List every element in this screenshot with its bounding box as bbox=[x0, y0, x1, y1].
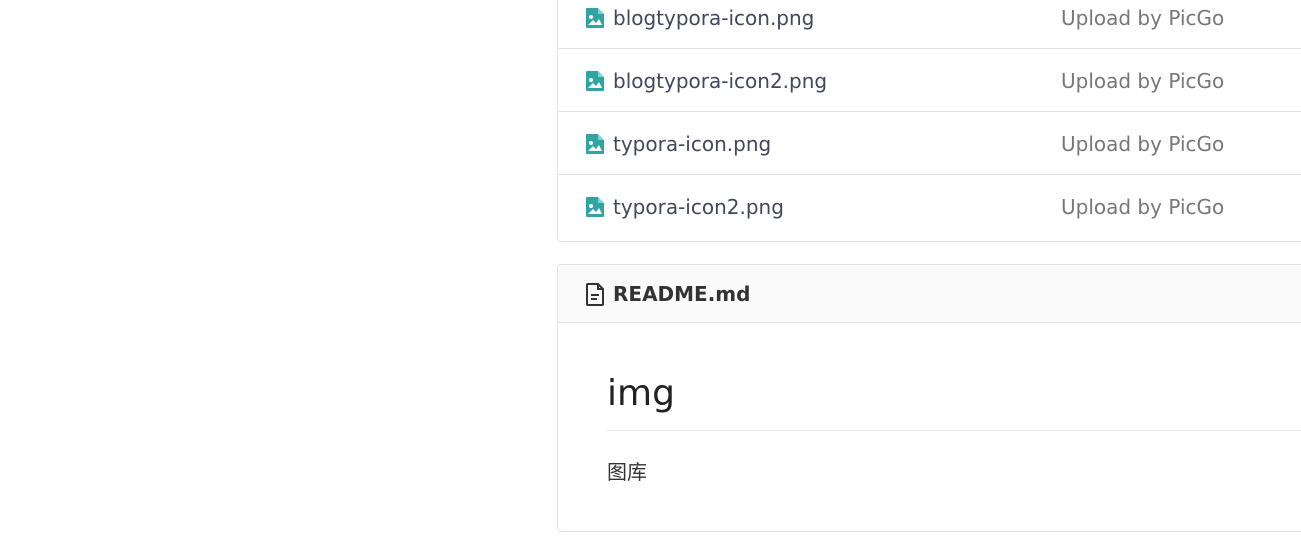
readme-header: README.md bbox=[558, 265, 1301, 323]
file-row[interactable]: blogtypora-icon2.png Upload by PicGo bbox=[558, 49, 1301, 112]
commit-message-link[interactable]: Upload by PicGo bbox=[1061, 131, 1224, 157]
file-name-link[interactable]: blogtypora-icon2.png bbox=[613, 68, 827, 94]
image-file-icon bbox=[586, 134, 604, 154]
file-name-link[interactable]: typora-icon.png bbox=[613, 131, 771, 157]
file-name-link[interactable]: blogtypora-icon.png bbox=[613, 5, 814, 31]
file-list: blogtypora-icon.png Upload by PicGo blog… bbox=[557, 0, 1301, 242]
file-row[interactable]: typora-icon2.png Upload by PicGo bbox=[558, 175, 1301, 241]
readme-panel: README.md img 图库 bbox=[557, 264, 1301, 532]
image-file-icon bbox=[586, 71, 604, 91]
file-row[interactable]: typora-icon.png Upload by PicGo bbox=[558, 112, 1301, 175]
file-row[interactable]: blogtypora-icon.png Upload by PicGo bbox=[558, 0, 1301, 49]
readme-heading: img bbox=[607, 323, 1301, 431]
image-file-icon bbox=[586, 8, 604, 28]
readme-content: img 图库 bbox=[558, 323, 1301, 485]
image-file-icon bbox=[586, 197, 604, 217]
readme-filename: README.md bbox=[613, 282, 751, 306]
readme-paragraph: 图库 bbox=[607, 460, 647, 484]
file-name-link[interactable]: typora-icon2.png bbox=[613, 194, 784, 220]
commit-message-link[interactable]: Upload by PicGo bbox=[1061, 194, 1224, 220]
document-icon bbox=[586, 283, 604, 306]
commit-message-link[interactable]: Upload by PicGo bbox=[1061, 5, 1224, 31]
commit-message-link[interactable]: Upload by PicGo bbox=[1061, 68, 1224, 94]
